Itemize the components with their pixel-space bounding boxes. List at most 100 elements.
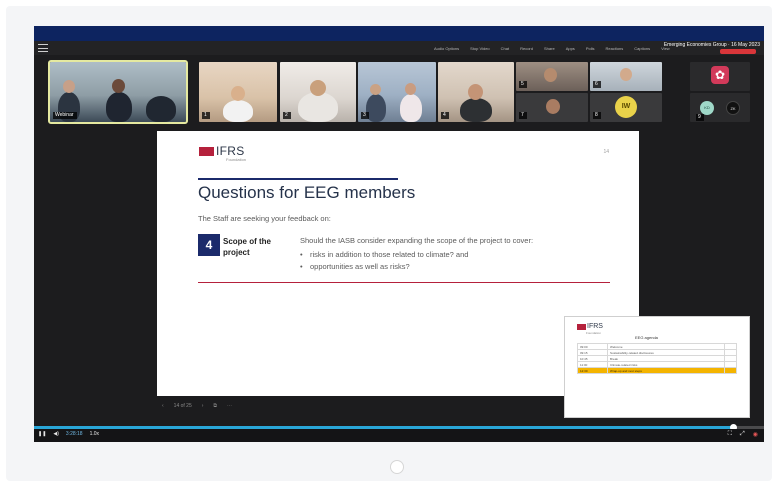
slide-subtitle: The Staff are seeking your feedback on: (198, 214, 331, 223)
copy-icon[interactable]: ⧉ (213, 403, 217, 409)
expand-icon[interactable]: ⤢ (740, 431, 745, 438)
tile-number: 5 (519, 81, 527, 88)
participant-head (63, 80, 75, 93)
pager-dot-icon[interactable] (390, 460, 404, 474)
participant-tile-7[interactable]: 6 (590, 62, 662, 91)
slide-page-indicator: 14 of 25 (173, 403, 192, 409)
video-player[interactable]: Audio Options Stop Video Chat Record Sha… (34, 26, 764, 442)
participant-tile-5[interactable]: 4 (438, 62, 514, 122)
playback-speed[interactable]: 1.0x (90, 431, 99, 437)
slide-bullet: risks in addition to those related to cl… (300, 249, 468, 261)
participant-figure (298, 92, 338, 122)
more-icon[interactable]: ⋯ (227, 403, 232, 409)
player-controls: ❚❚ ◀) 3:28:18 1.0x ⛶ ⤢ ◉ (34, 429, 764, 442)
participant-tile-6[interactable]: 5 (516, 62, 588, 91)
toolbar-item-chat[interactable]: Chat (501, 46, 509, 51)
participant-head (231, 86, 245, 101)
ifrs-logo-bar (199, 147, 214, 156)
slide-bullet: opportunities as well as risks? (300, 261, 468, 273)
participant-avatar-zk: ZK (726, 101, 740, 115)
toolbar-item-audio[interactable]: Audio Options (434, 46, 459, 51)
meeting-toolbar: Audio Options Stop Video Chat Record Sha… (34, 41, 764, 55)
item-label: Scope of the project (223, 237, 272, 257)
tile-number: 7 (519, 112, 527, 119)
toolbar-item-captions[interactable]: Captions (634, 46, 650, 51)
participant-head (544, 68, 557, 82)
tile-number: 4 (441, 112, 449, 119)
time-readout: 3:28:18 (65, 431, 83, 437)
toolbar-item-apps[interactable]: Apps (566, 46, 575, 51)
agenda-logo-bar (577, 324, 586, 330)
camera-icon[interactable]: ◉ (753, 431, 758, 438)
participant-tile-8[interactable]: 7 (516, 93, 588, 122)
ifrs-logo-sub: Foundation (226, 157, 247, 162)
table-row-highlighted: 12:30 Wrap-up and next steps (576, 367, 738, 374)
agenda-cell: 12:30 (576, 367, 609, 374)
tile-number: 6 (593, 81, 601, 88)
slide-title: Questions for EEG members (198, 183, 416, 202)
participant-gallery: Webinar 1 2 3 4 5 6 7 IW 8 ✿ KD ZK 9 (34, 60, 764, 124)
tile-number: 2 (283, 112, 291, 119)
tile-number: 9 (696, 114, 704, 121)
room-chair (146, 96, 176, 122)
participant-head (370, 84, 381, 95)
tile-number: 1 (202, 112, 210, 119)
participant-tile-3[interactable]: 2 (280, 62, 356, 122)
ifrs-logo: IFRS Foundation (199, 145, 246, 162)
toolbar-item-record[interactable]: Record (520, 46, 533, 51)
agenda-title: EEG agenda (635, 335, 658, 340)
participant-figure (223, 100, 253, 122)
participant-head (620, 68, 632, 81)
title-rule (198, 178, 398, 180)
toolbar-item-reactions[interactable]: Reactions (605, 46, 623, 51)
participant-figure (400, 94, 422, 122)
controls-right: ⛶ ⤢ ◉ (728, 431, 758, 438)
slide-corner-mark: 14 (603, 149, 609, 155)
previous-slide-icon[interactable]: ‹ (162, 403, 164, 409)
tile-number: 8 (593, 112, 601, 119)
tile-number: 3 (361, 112, 369, 119)
participant-head (468, 84, 483, 100)
slide-question: Should the IASB consider expanding the s… (300, 236, 534, 245)
slide-toolbar: ‹ 14 of 25 › ⧉ ⋯ (162, 403, 232, 409)
recording-top-band (34, 26, 764, 41)
toolbar-items: Audio Options Stop Video Chat Record Sha… (434, 46, 670, 51)
participant-head (405, 83, 416, 95)
participant-tile-10[interactable]: ✿ (690, 62, 750, 91)
event-title: Emerging Economies Group · 16 May 2023 (663, 42, 760, 48)
slide-rule (198, 282, 610, 283)
next-slide-icon[interactable]: › (202, 403, 204, 409)
participant-tile-9[interactable]: IW 8 (590, 93, 662, 122)
pause-icon[interactable]: ❚❚ (38, 431, 46, 437)
participant-head (310, 80, 326, 96)
item-number-box: 4 (198, 234, 220, 256)
zoom-logo-icon: ✿ (711, 66, 729, 84)
agenda-logo-sub: Foundation (586, 331, 602, 335)
participant-tile-4[interactable]: 3 (358, 62, 436, 122)
toolbar-item-polls[interactable]: Polls (586, 46, 595, 51)
agenda-table: 09:00 Welcome 09:15 Sustainability-relat… (576, 343, 738, 374)
toolbar-item-share[interactable]: Share (544, 46, 555, 51)
participant-tile-11[interactable]: KD ZK 9 (690, 93, 750, 122)
toolbar-item-video[interactable]: Stop Video (470, 46, 490, 51)
participant-tile-room[interactable]: Webinar (48, 60, 188, 124)
agenda-ifrs-logo: IFRS (577, 323, 603, 330)
controls-left: ❚❚ ◀) 3:28:18 1.0x (38, 431, 99, 437)
tile-name: Webinar (53, 112, 77, 119)
volume-icon[interactable]: ◀) (53, 431, 59, 437)
ifrs-wordmark: IFRS Foundation (216, 145, 246, 162)
agenda-cell (723, 367, 738, 374)
agenda-logo-text: IFRS (587, 323, 603, 330)
participant-figure (106, 92, 132, 122)
participant-head (546, 99, 560, 114)
slide-bullets: risks in addition to those related to cl… (300, 249, 468, 273)
fullscreen-icon[interactable]: ⛶ (728, 431, 732, 438)
participant-figure (366, 94, 386, 122)
participant-tile-2[interactable]: 1 (199, 62, 277, 122)
participant-avatar-iw: IW (615, 96, 637, 118)
ifrs-logo-text: IFRS (216, 144, 245, 158)
hamburger-icon[interactable] (38, 44, 48, 52)
agenda-overlay: IFRS Foundation EEG agenda 09:00 Welcome… (564, 316, 750, 418)
leave-button[interactable] (720, 49, 756, 54)
participant-figure (460, 98, 492, 122)
